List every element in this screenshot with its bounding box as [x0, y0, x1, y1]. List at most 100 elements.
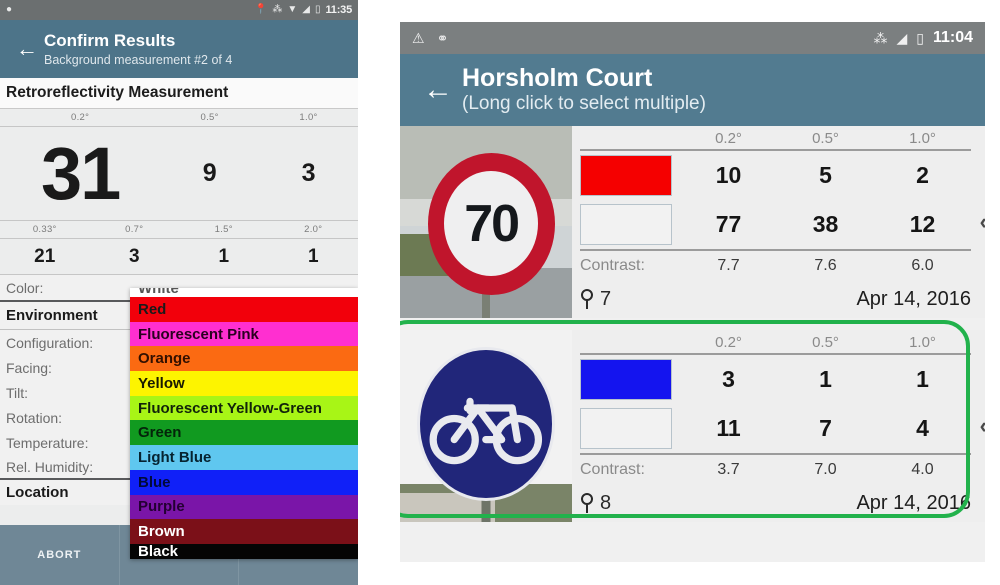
- measurement-value: 3: [722, 366, 735, 393]
- left-status-bar: ● 📍 ⁂ ▼ ◢ ▯ 11:35: [0, 0, 358, 20]
- angle-header-row-2: 0.33° 0.7° 1.5° 2.0°: [0, 221, 358, 239]
- pin-icon: [580, 289, 594, 310]
- color-option-black[interactable]: Black: [130, 543, 358, 559]
- battery-icon: ▯: [314, 4, 321, 15]
- sign-color-row: 10 5 2: [580, 151, 971, 200]
- color-option-white[interactable]: White: [130, 288, 358, 297]
- back-arrow-icon[interactable]: ←: [414, 75, 462, 105]
- measurement-value: 1: [819, 366, 832, 393]
- page-title: Confirm Results: [44, 31, 176, 51]
- color-dropdown-list[interactable]: White Red Fluorescent Pink Orange Yellow Fluo…: [130, 288, 358, 559]
- color-option-label: Fluorescent Yellow-Green: [138, 399, 322, 417]
- abort-button-label: ABORT: [37, 549, 82, 561]
- color-option-fluorescent-pink[interactable]: Fluorescent Pink: [130, 321, 358, 347]
- contrast-label: Contrast:: [580, 460, 645, 478]
- measurement-card[interactable]: 70 0.2° 0.5° 1.0° 10 5 2 77 38 12 Contrast: 7.7 7.6 6…: [400, 126, 985, 318]
- measurement-value: 11: [716, 415, 741, 442]
- measurement-value-primary: 31: [40, 131, 121, 215]
- measurement-card[interactable]: 0.2° 0.5° 1.0° 3 1 1 11 7 4 Contrast: 3.7 7.0 4.0 8 Ap…: [400, 320, 985, 522]
- angle-header: 0.5°: [200, 112, 219, 123]
- bluetooth-icon: ⁂: [272, 4, 283, 15]
- warning-icon: ⚠: [412, 30, 425, 46]
- color-option-label: Yellow: [138, 374, 185, 392]
- status-bar-time: 11:04: [932, 29, 973, 46]
- color-option-label: Fluorescent Pink: [138, 325, 259, 343]
- contrast-value: 7.7: [717, 256, 740, 274]
- pin-icon: [580, 493, 594, 514]
- measurement-value: 1: [916, 366, 929, 393]
- color-option-label: White: [138, 288, 179, 297]
- location-icon: ●: [6, 4, 13, 15]
- field-label: Configuration:: [6, 334, 94, 351]
- bicycle-route-sign-photo[interactable]: [400, 330, 572, 522]
- page-title: Horsholm Court: [462, 64, 653, 93]
- measurement-count: 8: [580, 492, 856, 515]
- measurement-count: 7: [580, 288, 856, 311]
- measurement-value: 1: [307, 245, 319, 267]
- color-option-orange[interactable]: Orange: [130, 346, 358, 372]
- abort-button[interactable]: ABORT: [0, 525, 120, 585]
- measurement-date: Apr 14, 2016: [856, 491, 971, 514]
- field-label: Color:: [6, 279, 44, 296]
- speed-limit-70-sign-photo[interactable]: 70: [400, 126, 572, 318]
- angle-header: 0.2°: [70, 112, 90, 123]
- color-option-green[interactable]: Green: [130, 420, 358, 446]
- angle-header: 1.0°: [909, 130, 936, 147]
- usb-icon: ⚭: [436, 30, 449, 46]
- color-option-label: Brown: [138, 523, 185, 541]
- color-option-label: Purple: [138, 498, 185, 516]
- bicycle-sign-icon: [417, 347, 555, 501]
- environment-header-label: Environment: [6, 307, 98, 324]
- measurement-value: 77: [715, 211, 742, 238]
- sign-number: 70: [464, 194, 520, 253]
- background-color-row: 77 38 12: [580, 200, 971, 249]
- color-option-brown[interactable]: Brown: [130, 519, 358, 544]
- measurement-value: 1: [218, 245, 230, 267]
- contrast-label: Contrast:: [580, 256, 645, 274]
- field-label: Facing:: [6, 359, 52, 376]
- signal-icon: ◢: [896, 30, 908, 46]
- field-label: Rel. Humidity:: [6, 458, 94, 475]
- measurement-card-list: 70 0.2° 0.5° 1.0° 10 5 2 77 38 12 Contrast: 7.7 7.6 6…: [400, 126, 985, 522]
- angle-header: 2.0°: [304, 224, 323, 235]
- color-option-light-blue[interactable]: Light Blue: [130, 445, 358, 470]
- location-header-label: Location: [6, 484, 69, 501]
- contrast-row: Contrast: 3.7 7.0 4.0: [580, 455, 971, 484]
- measurement-value: 38: [812, 211, 839, 238]
- sign-photo: 70: [400, 126, 572, 318]
- color-option-fluorescent-yellow-green[interactable]: Fluorescent Yellow-Green: [130, 395, 358, 421]
- screenshot-root: ● 📍 ⁂ ▼ ◢ ▯ 11:35 ← Confirm Results Back…: [0, 0, 1000, 585]
- chevron-left-icon[interactable]: ‹: [980, 413, 985, 439]
- page-subtitle: (Long click to select multiple): [462, 92, 706, 114]
- angle-header: 0.5°: [812, 334, 839, 351]
- measurement-value: 5: [819, 162, 832, 189]
- right-status-bar: ⚠ ⚭ ⁂ ◢ ▯ 11:04: [400, 22, 985, 54]
- angle-header: 0.5°: [812, 130, 839, 147]
- color-option-purple[interactable]: Purple: [130, 494, 358, 520]
- contrast-value: 3.7: [717, 460, 740, 478]
- page-subtitle: Background measurement #2 of 4: [44, 52, 233, 67]
- color-option-blue[interactable]: Blue: [130, 469, 358, 495]
- chevron-left-icon[interactable]: ‹: [980, 209, 985, 235]
- measurement-value: 9: [202, 159, 217, 187]
- measurement-value: 7: [819, 415, 832, 442]
- field-label: Tilt:: [6, 384, 29, 401]
- measurement-value: 3: [301, 159, 316, 187]
- angle-header: 1.5°: [214, 224, 233, 235]
- right-app-bar: ← Horsholm Court (Long click to select m…: [400, 54, 985, 126]
- color-option-red[interactable]: Red: [130, 297, 358, 322]
- contrast-value: 6.0: [911, 256, 934, 274]
- color-option-yellow[interactable]: Yellow: [130, 371, 358, 396]
- angle-header: 0.2°: [715, 334, 742, 351]
- color-swatch-background: [580, 204, 672, 246]
- color-option-label: Orange: [138, 350, 191, 368]
- status-bar-time: 11:35: [325, 4, 352, 16]
- angle-header-row-1: 0.2° 0.5° 1.0°: [0, 109, 358, 127]
- contrast-value: 4.0: [911, 460, 934, 478]
- angle-header-row: 0.2° 0.5° 1.0°: [580, 126, 971, 149]
- sign-photo: [400, 330, 572, 522]
- field-label: Temperature:: [6, 434, 89, 451]
- angle-header: 1.0°: [299, 112, 318, 123]
- measurement-value: 21: [34, 245, 56, 267]
- back-arrow-icon[interactable]: ←: [10, 38, 44, 60]
